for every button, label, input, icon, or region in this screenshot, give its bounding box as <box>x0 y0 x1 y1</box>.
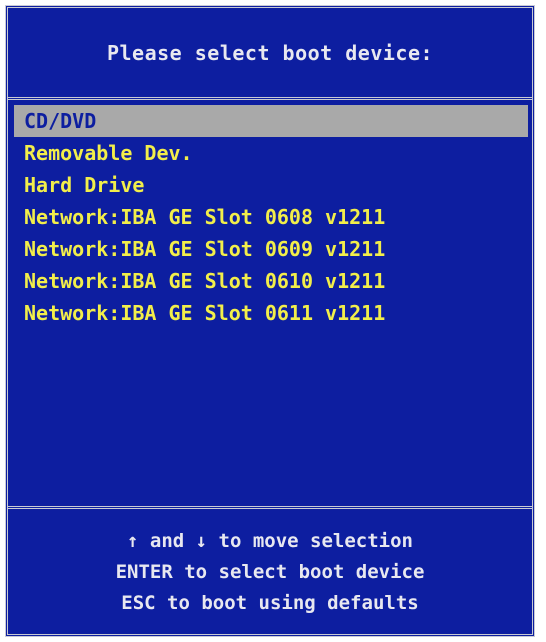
help-line-enter: ENTER to select boot device <box>115 561 425 583</box>
bios-screen: Please select boot device: CD/DVD Remova… <box>0 0 546 642</box>
help-line-navigation: ↑ and ↓ to move selection <box>127 530 413 552</box>
boot-device-item-network-0610[interactable]: Network:IBA GE Slot 0610 v1211 <box>14 265 528 297</box>
boot-device-item-hard-drive[interactable]: Hard Drive <box>14 169 528 201</box>
boot-device-item-network-0611[interactable]: Network:IBA GE Slot 0611 v1211 <box>14 297 528 329</box>
boot-device-item-network-0609[interactable]: Network:IBA GE Slot 0609 v1211 <box>14 233 528 265</box>
help-panel: ↑ and ↓ to move selection ENTER to selec… <box>8 506 532 634</box>
boot-device-list: CD/DVD Removable Dev. Hard Drive Network… <box>14 105 528 503</box>
boot-menu-title: Please select boot device: <box>106 40 434 65</box>
boot-menu-dialog: Please select boot device: CD/DVD Remova… <box>5 5 535 637</box>
help-line-escape: ESC to boot using defaults <box>121 592 419 614</box>
boot-device-item-removable[interactable]: Removable Dev. <box>14 137 528 169</box>
boot-device-item-network-0608[interactable]: Network:IBA GE Slot 0608 v1211 <box>14 201 528 233</box>
boot-menu-header: Please select boot device: <box>8 8 532 100</box>
boot-device-item-cd-dvd[interactable]: CD/DVD <box>14 105 528 137</box>
